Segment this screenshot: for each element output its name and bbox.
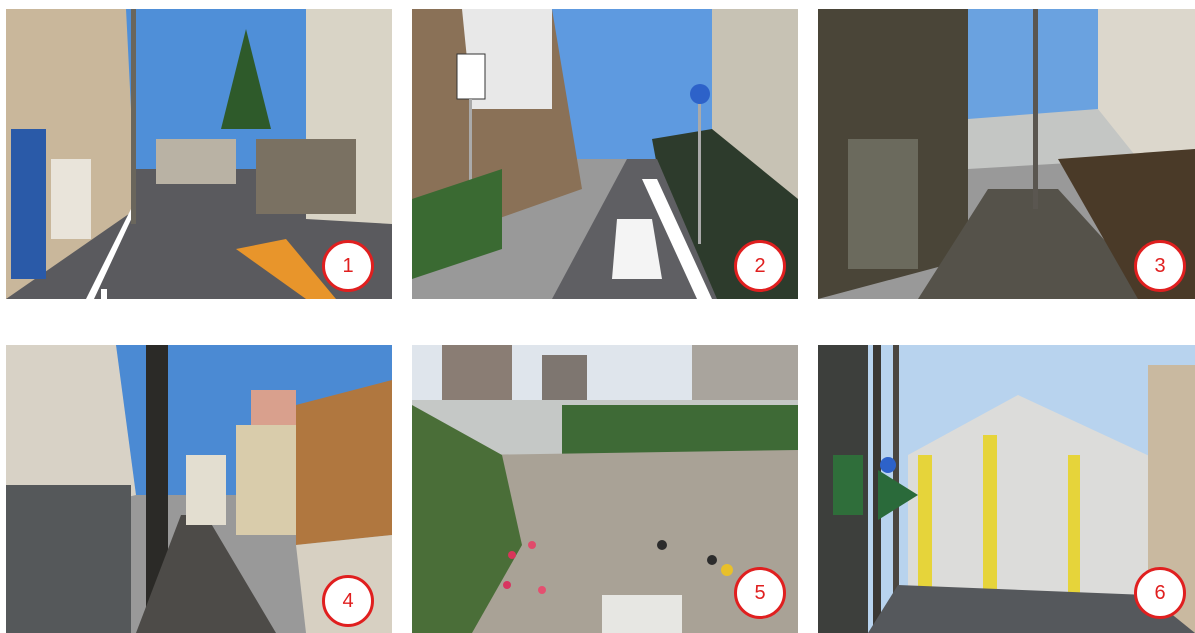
number-badge: 1 [322, 240, 374, 292]
photo-2: 2 [412, 9, 798, 299]
photo-4: 4 [6, 345, 392, 633]
photo-1: 1 [6, 9, 392, 299]
number-badge: 3 [1134, 240, 1186, 292]
number-badge: 6 [1134, 567, 1186, 619]
number-badge: 4 [322, 575, 374, 627]
photo-3: 3 [818, 9, 1195, 299]
photo-6: 6 [818, 345, 1195, 633]
number-badge: 5 [734, 567, 786, 619]
photo-5: 5 [412, 345, 798, 633]
number-badge: 2 [734, 240, 786, 292]
